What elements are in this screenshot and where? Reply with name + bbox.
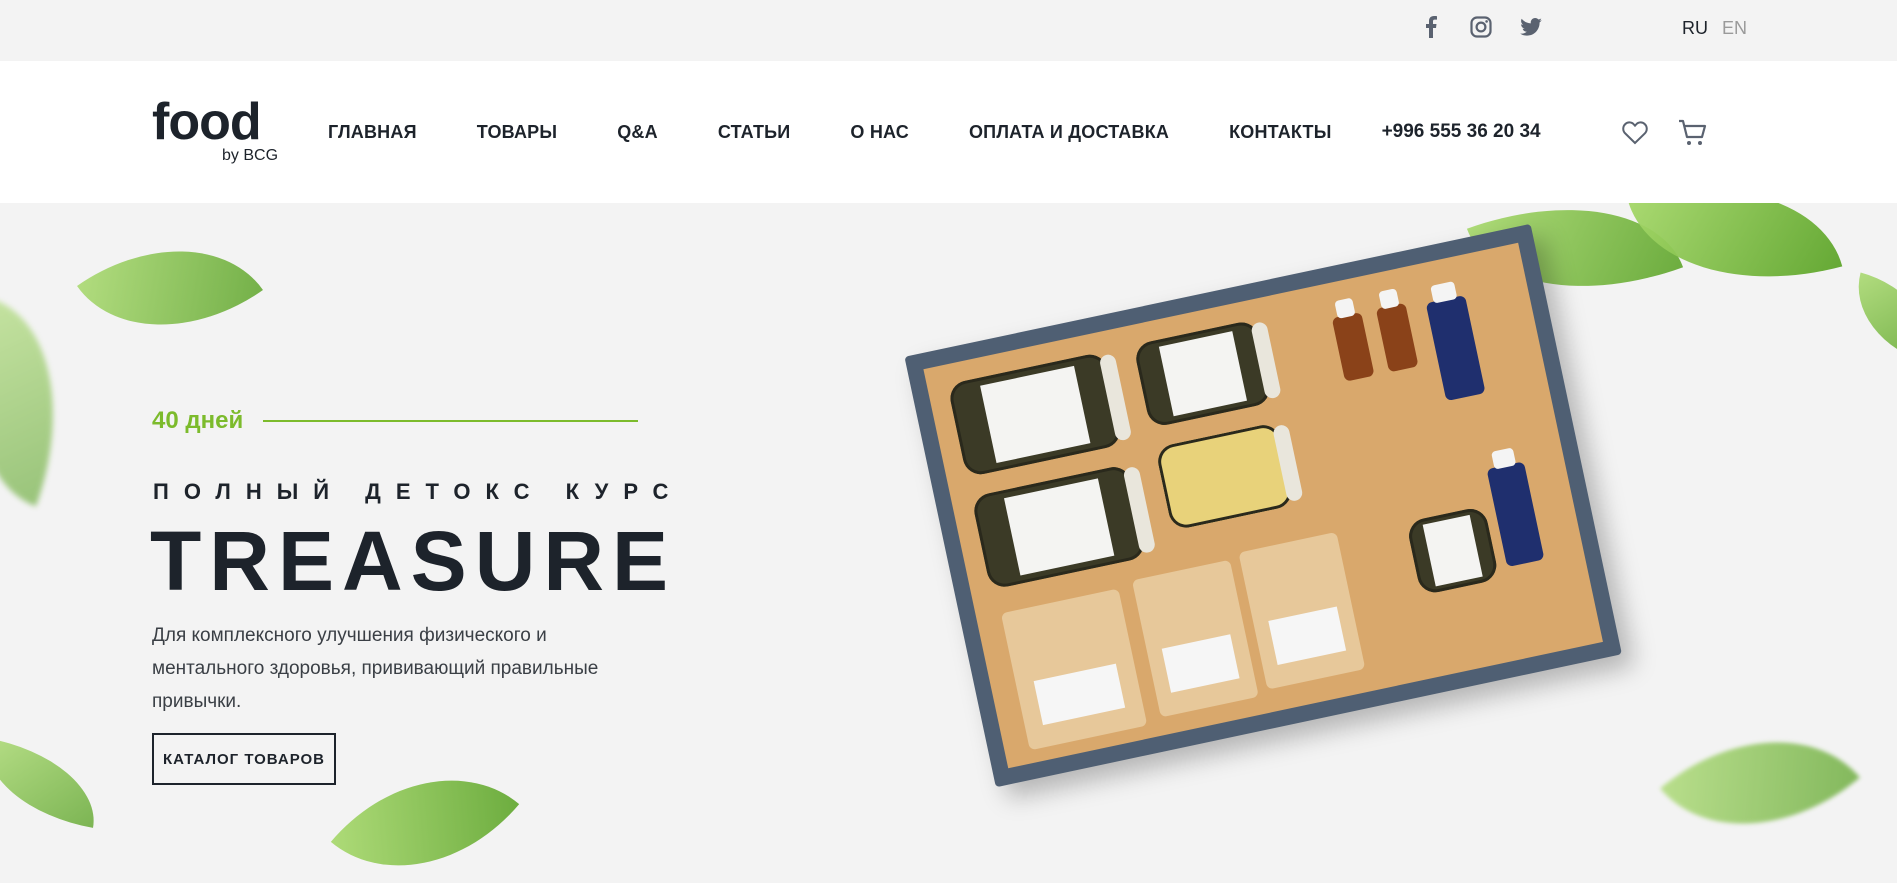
heart-icon[interactable] [1618,116,1652,150]
bottle [1486,447,1545,568]
leaf-decoration [1842,272,1897,364]
hero-subtitle: ПОЛНЫЙ ДЕТОКС КУРС [153,479,684,504]
detox-box [904,223,1622,788]
logo-byline: by BCG [222,147,279,164]
lang-ru[interactable]: RU [1682,18,1708,39]
nav-home[interactable]: ГЛАВНАЯ [328,122,417,143]
jar [1132,319,1282,429]
twitter-icon[interactable] [1518,14,1544,40]
days-label: 40 дней [152,407,244,434]
lang-en[interactable]: EN [1722,18,1747,39]
cart-icon[interactable] [1676,116,1710,150]
facebook-icon[interactable] [1418,14,1444,40]
hero-title: TREASURE [150,514,677,608]
course-duration: 40 дней [152,407,639,435]
jar [971,463,1157,591]
product-bag [1000,588,1148,751]
social-links [1418,14,1544,40]
nav-qa[interactable]: Q&A [617,122,658,143]
catalog-button[interactable]: КАТАЛОГ ТОВАРОВ [152,733,336,785]
product-bag [1238,531,1366,690]
nav-contacts[interactable]: КОНТАКТЫ [1229,122,1332,143]
jar [947,351,1133,478]
nav-payment-delivery[interactable]: ОПЛАТА И ДОСТАВКА [969,122,1169,143]
phone-number[interactable]: +996 555 36 20 34 [1382,121,1541,143]
jar [1154,421,1304,531]
bottle [1425,281,1486,402]
hero-section: 40 дней ПОЛНЫЙ ДЕТОКС КУРС TREASURE Для … [0,203,1897,883]
leaf-decoration [330,726,520,883]
product-bag [1131,559,1259,718]
language-switcher: RU EN [1682,18,1747,39]
nav-about[interactable]: О НАС [850,122,909,143]
hero-description: Для комплексного улучшения физического и… [152,625,599,712]
bottle [1331,297,1375,382]
accent-line [263,420,639,422]
header-actions [1618,116,1710,150]
box-tray [923,242,1603,769]
jar [1405,505,1500,596]
leaf-decoration [0,299,98,507]
header: food by BCG ГЛАВНАЯ ТОВАРЫ Q&A СТАТЬИ О … [0,61,1897,203]
logo-mark: food [152,93,262,151]
product-box-image [904,211,1705,883]
leaf-decoration [0,738,106,828]
leaf-decoration [77,203,263,377]
top-bar: RU EN [0,0,1897,61]
nav-products[interactable]: ТОВАРЫ [477,122,557,143]
main-nav: ГЛАВНАЯ ТОВАРЫ Q&A СТАТЬИ О НАС ОПЛАТА И… [328,121,1541,143]
logo[interactable]: food by BCG [152,93,282,167]
bottle [1375,288,1419,373]
nav-articles[interactable]: СТАТЬИ [718,122,791,143]
instagram-icon[interactable] [1468,14,1494,40]
